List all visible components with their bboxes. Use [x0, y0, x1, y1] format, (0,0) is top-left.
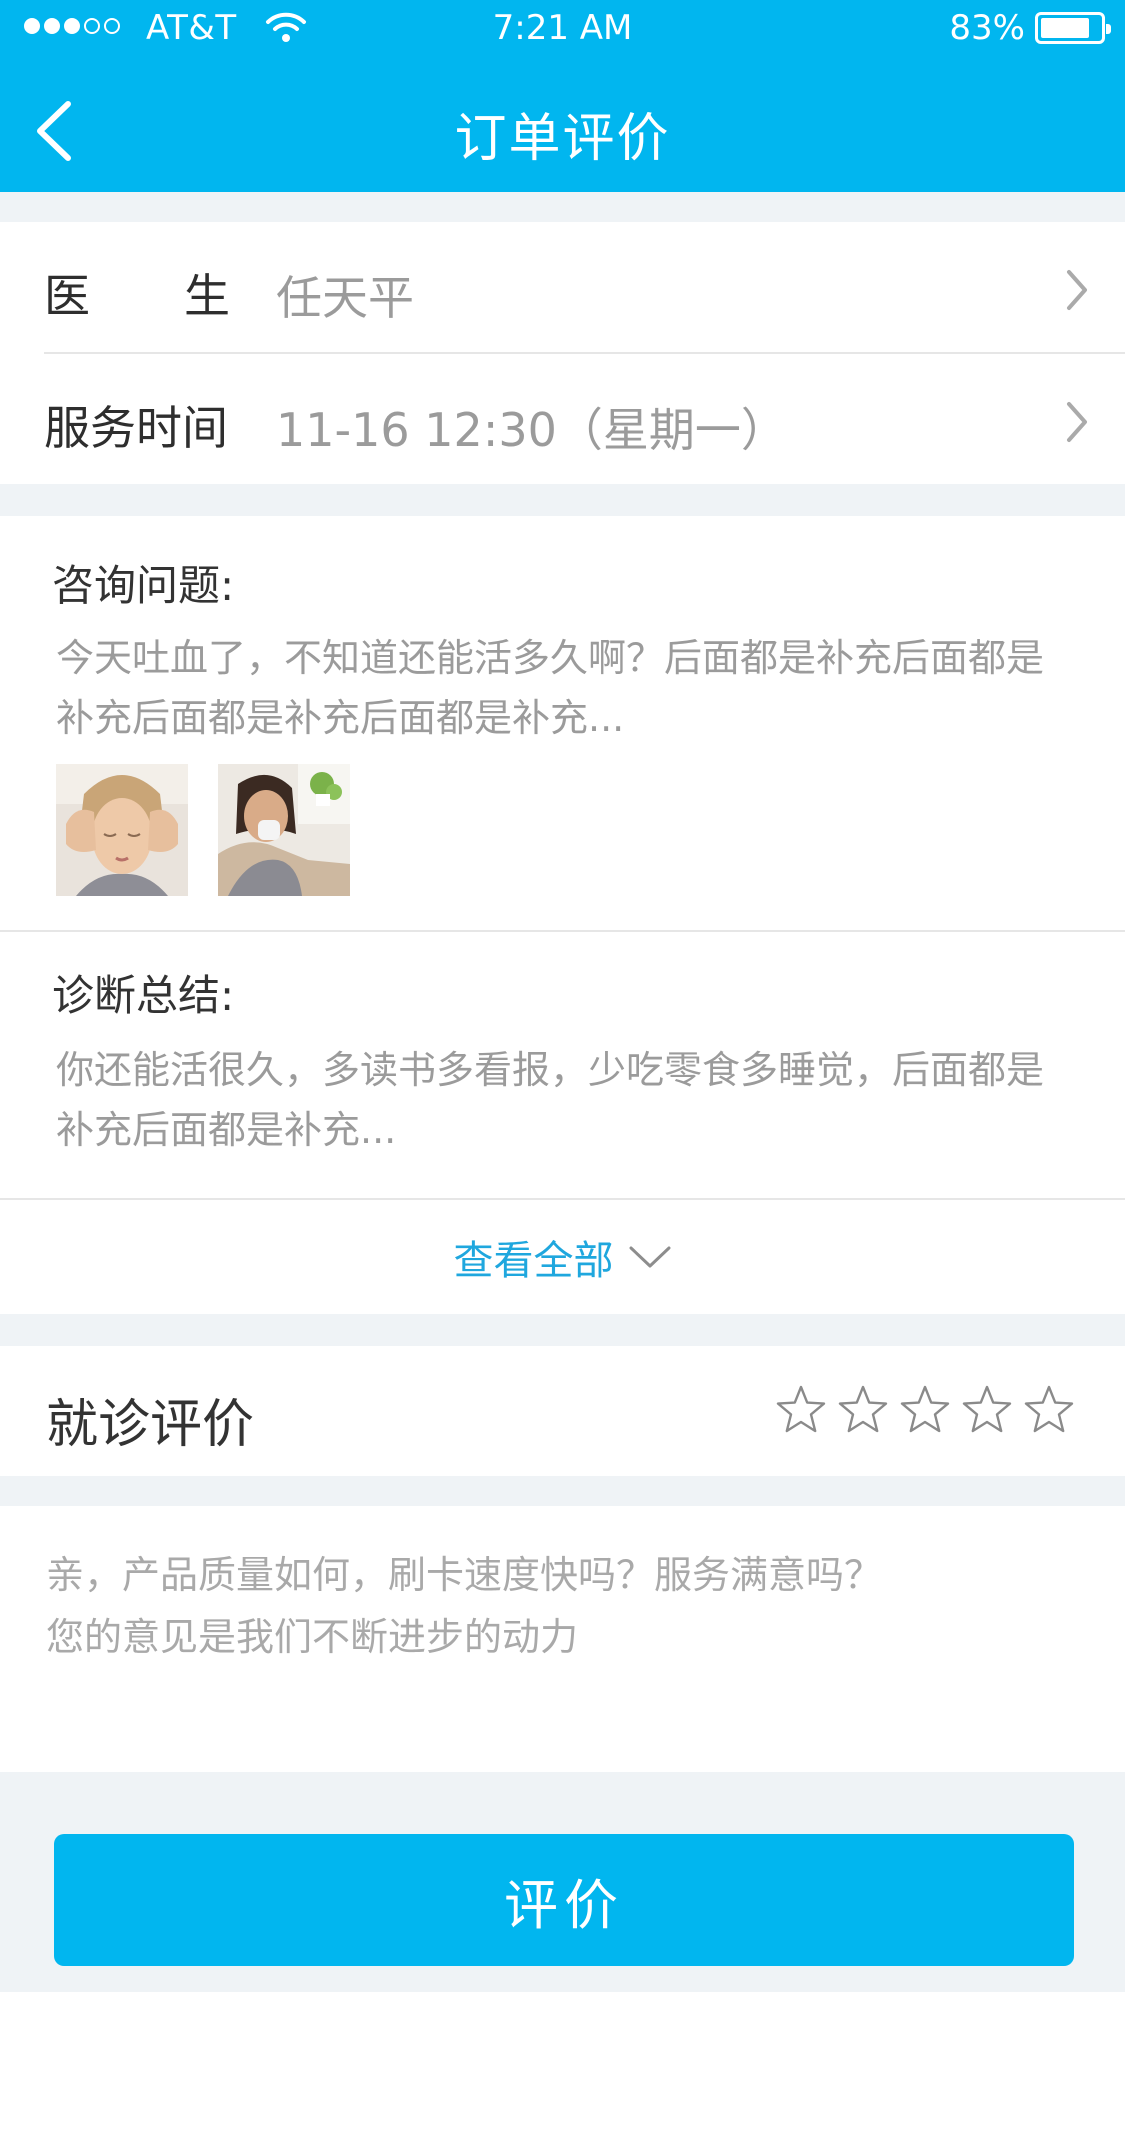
submit-rating-button[interactable]: 评价: [54, 1834, 1074, 1966]
section-divider: [0, 1198, 1125, 1200]
battery-icon: [1035, 12, 1111, 44]
feedback-area: [0, 1506, 1125, 1772]
chevron-right-icon: [1067, 402, 1087, 442]
section-gap: [0, 192, 1125, 222]
submit-area: 评价: [0, 1772, 1125, 1992]
view-all-button[interactable]: 查看全部: [0, 1202, 1125, 1312]
star-icon[interactable]: [962, 1384, 1012, 1434]
rating-label: 就诊评价: [46, 1395, 255, 1455]
consult-title: 咨询问题:: [52, 561, 235, 610]
service-time-row[interactable]: 服务时间 11-16 12:30（星期一）: [0, 354, 1125, 482]
service-time-value: 11-16 12:30（星期一）: [276, 403, 787, 457]
diagnosis-title: 诊断总结:: [52, 971, 235, 1020]
battery-nub: [1106, 24, 1111, 34]
battery-percentage: 83%: [949, 8, 1025, 48]
section-gap: [0, 484, 1125, 516]
service-time-label: 服务时间: [44, 401, 228, 455]
consult-text: 今天吐血了，不知道还能活多久啊？后面都是补充后面都是补充后面都是补充后面都是补充…: [56, 636, 1045, 740]
star-icon[interactable]: [776, 1384, 826, 1434]
chevron-down-icon: [629, 1246, 670, 1268]
section-divider: [0, 930, 1125, 932]
page-title: 订单评价: [454, 109, 671, 169]
star-icon[interactable]: [838, 1384, 888, 1434]
diagnosis-text: 你还能活很久，多读书多看报，少吃零食多睡觉，后面都是补充后面都是补充...: [56, 1048, 1045, 1152]
star-icon[interactable]: [1024, 1384, 1074, 1434]
section-gap: [0, 1476, 1125, 1506]
section-gap: [0, 1314, 1125, 1346]
doctor-row[interactable]: 医生 任天平: [0, 222, 1125, 350]
battery-level-fill: [1041, 18, 1089, 38]
star-icon[interactable]: [900, 1384, 950, 1434]
consult-image-headache[interactable]: [56, 764, 188, 896]
feedback-input[interactable]: [46, 1544, 1086, 1744]
rating-row: 就诊评价: [0, 1346, 1125, 1476]
doctor-name: 任天平: [276, 271, 414, 325]
app-header: AT&T 7:21 AM 83% 订单评价: [0, 0, 1125, 192]
status-bar: AT&T 7:21 AM 83%: [0, 0, 1125, 56]
view-all-label: 查看全部: [453, 1238, 614, 1284]
star-rating: [776, 1384, 1074, 1434]
chevron-right-icon: [1067, 270, 1087, 310]
consult-image-sick-woman[interactable]: [218, 764, 350, 896]
